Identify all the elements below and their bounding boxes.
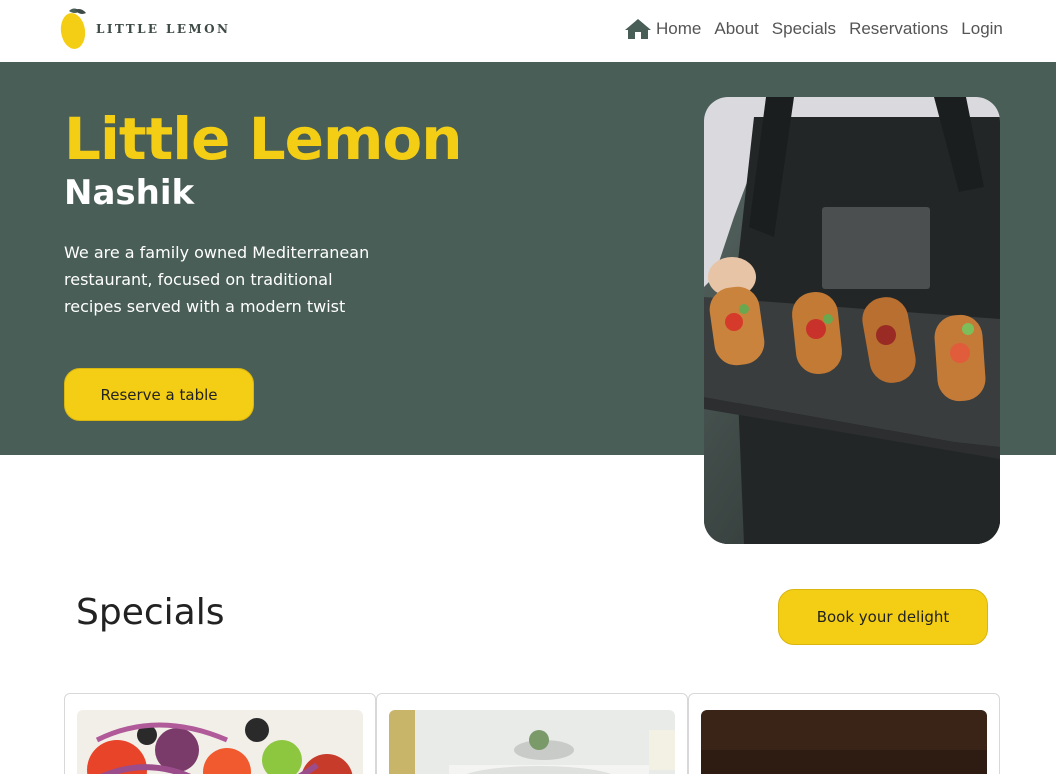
top-navigation: LITTLE LEMON Home About Specials Reserva… bbox=[0, 0, 1056, 62]
nav-link-specials[interactable]: Specials bbox=[772, 18, 836, 40]
hero-description: We are a family owned Mediterranean rest… bbox=[64, 243, 370, 316]
book-your-delight-button[interactable]: Book your delight bbox=[778, 589, 988, 645]
logo-text: LITTLE LEMON bbox=[96, 22, 231, 36]
home-icon[interactable] bbox=[624, 18, 652, 40]
nav-link-home[interactable]: Home bbox=[656, 18, 701, 40]
specials-title: Specials bbox=[76, 592, 225, 633]
lemon-icon bbox=[60, 8, 86, 49]
hero-subtitle: Nashik bbox=[64, 173, 195, 213]
hero-image bbox=[704, 97, 1000, 544]
logo[interactable]: LITTLE LEMON bbox=[60, 7, 230, 51]
special-card-image bbox=[701, 710, 987, 774]
special-card-image bbox=[77, 710, 363, 774]
special-card[interactable] bbox=[376, 693, 688, 774]
nav-link-reservations[interactable]: Reservations bbox=[849, 18, 948, 40]
hero-title: Little Lemon bbox=[64, 105, 463, 173]
nav-link-login[interactable]: Login bbox=[961, 18, 1003, 40]
main-menu: Home About Specials Reservations Login bbox=[624, 18, 1003, 40]
nav-link-about[interactable]: About bbox=[714, 18, 758, 40]
special-card[interactable] bbox=[688, 693, 1000, 774]
special-card[interactable] bbox=[64, 693, 376, 774]
reserve-table-button[interactable]: Reserve a table bbox=[64, 368, 254, 421]
special-card-image bbox=[389, 710, 675, 774]
